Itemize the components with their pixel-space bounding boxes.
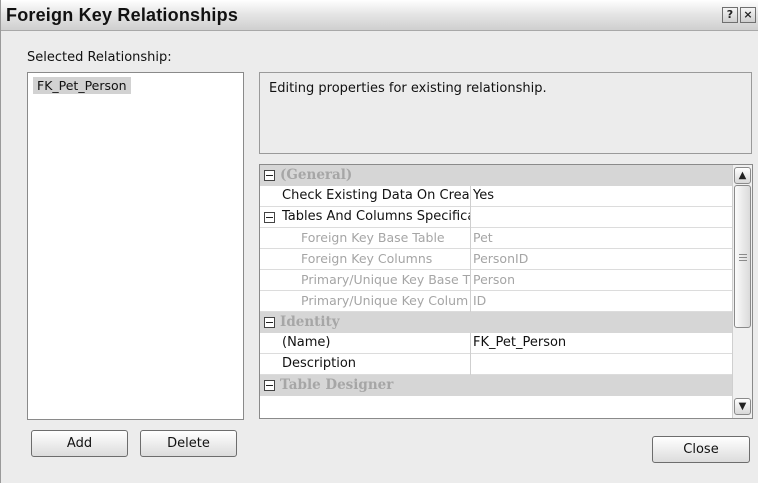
collapse-icon[interactable] bbox=[264, 380, 275, 391]
grip-line bbox=[739, 254, 747, 255]
subproperty-row[interactable]: Primary/Unique Key Colum ID bbox=[260, 291, 732, 312]
property-name: Primary/Unique Key Colum bbox=[280, 291, 471, 312]
close-button[interactable]: Close bbox=[652, 436, 750, 463]
help-button[interactable]: ? bbox=[722, 7, 738, 23]
property-name[interactable]: Check Existing Data On Crea bbox=[280, 186, 471, 207]
property-grid[interactable]: (General) Check Existing Data On Crea Ye… bbox=[259, 164, 753, 419]
property-row[interactable]: Tables And Columns Specifica bbox=[260, 207, 732, 228]
property-name: Foreign Key Base Table bbox=[280, 228, 471, 249]
property-value[interactable]: FK_Pet_Person bbox=[473, 333, 731, 354]
selected-relationship-label: Selected Relationship: bbox=[27, 50, 172, 65]
category-label: Identity bbox=[280, 314, 340, 330]
chevron-up-icon[interactable]: ▲ bbox=[734, 167, 751, 184]
row-gutter bbox=[260, 207, 280, 228]
row-gutter bbox=[260, 312, 280, 333]
property-value[interactable]: Yes bbox=[473, 186, 731, 207]
subproperty-row[interactable]: Foreign Key Columns PersonID bbox=[260, 249, 732, 270]
description-panel: Editing properties for existing relation… bbox=[259, 72, 752, 154]
dialog-title: Foreign Key Relationships bbox=[6, 5, 239, 25]
property-row[interactable]: Description bbox=[260, 354, 732, 375]
property-name[interactable]: (Name) bbox=[280, 333, 471, 354]
add-button[interactable]: Add bbox=[31, 430, 128, 457]
scrollbar-thumb[interactable] bbox=[734, 185, 751, 328]
property-value: Person bbox=[473, 272, 516, 287]
collapse-icon[interactable] bbox=[264, 317, 275, 328]
grip-line bbox=[739, 257, 747, 258]
property-value: Pet bbox=[473, 230, 493, 245]
property-name: Primary/Unique Key Base T bbox=[280, 270, 471, 291]
category-table-designer[interactable]: Table Designer bbox=[260, 375, 732, 396]
property-name[interactable]: Tables And Columns Specifica bbox=[280, 207, 471, 228]
chevron-down-icon[interactable]: ▼ bbox=[734, 398, 751, 415]
category-identity[interactable]: Identity bbox=[260, 312, 732, 333]
property-row[interactable]: Check Existing Data On Crea Yes bbox=[260, 186, 732, 207]
property-value: ID bbox=[473, 293, 487, 308]
description-text: Editing properties for existing relation… bbox=[269, 81, 547, 96]
category-general[interactable]: (General) bbox=[260, 165, 732, 186]
property-value[interactable] bbox=[473, 354, 731, 375]
foreign-key-relationships-dialog: Foreign Key Relationships ? × Selected R… bbox=[0, 0, 758, 483]
subproperty-row[interactable]: Primary/Unique Key Base T Person bbox=[260, 270, 732, 291]
row-gutter bbox=[260, 375, 280, 396]
property-name[interactable]: Description bbox=[280, 354, 471, 375]
property-row[interactable]: (Name) FK_Pet_Person bbox=[260, 333, 732, 354]
relationship-list[interactable]: FK_Pet_Person bbox=[27, 72, 244, 420]
row-gutter bbox=[260, 165, 280, 186]
category-label: Table Designer bbox=[280, 377, 394, 393]
subproperty-row[interactable]: Foreign Key Base Table Pet bbox=[260, 228, 732, 249]
collapse-icon[interactable] bbox=[264, 170, 275, 181]
collapse-icon[interactable] bbox=[264, 212, 275, 223]
property-value[interactable] bbox=[473, 207, 731, 228]
delete-button[interactable]: Delete bbox=[140, 430, 237, 457]
vertical-scrollbar[interactable]: ▲ ▼ bbox=[732, 165, 752, 418]
title-bar[interactable]: Foreign Key Relationships ? × bbox=[1, 0, 758, 31]
grip-line bbox=[739, 260, 747, 261]
close-window-button[interactable]: × bbox=[740, 7, 756, 23]
property-name: Foreign Key Columns bbox=[280, 249, 471, 270]
category-label: (General) bbox=[280, 167, 353, 183]
property-value: PersonID bbox=[473, 251, 529, 266]
list-item[interactable]: FK_Pet_Person bbox=[33, 77, 131, 94]
